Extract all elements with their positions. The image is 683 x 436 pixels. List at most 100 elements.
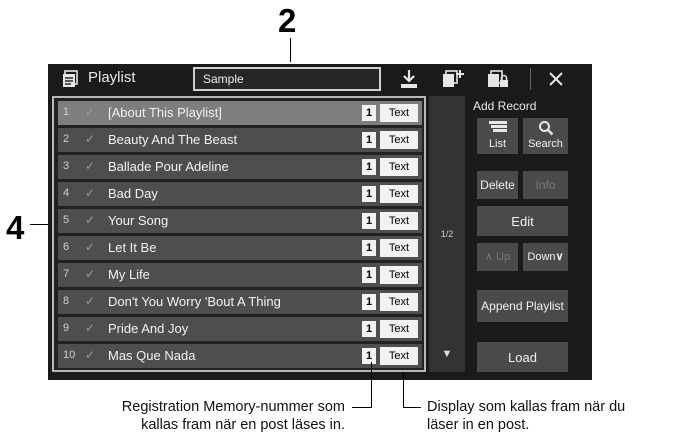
- check-icon: ✓: [85, 213, 96, 227]
- playlist-row[interactable]: 5 ✓ Your Song 1 Text: [58, 209, 422, 233]
- registration-memory-number: 1: [362, 267, 376, 283]
- up-label: ∧ Up: [477, 250, 518, 263]
- page-indicator: 1/2: [440, 229, 454, 239]
- caption-right-line-2: läser in en post.: [427, 417, 530, 433]
- registration-memory-number: 1: [362, 348, 376, 364]
- playlist-row[interactable]: 2 ✓ Beauty And The Beast 1 Text: [58, 128, 422, 152]
- row-title: My Life: [108, 267, 150, 282]
- row-title: Ballade Pour Adeline: [108, 159, 229, 174]
- caption-right-leader-h: [403, 407, 421, 408]
- move-up-button[interactable]: ∧ Up: [477, 243, 518, 271]
- playlist-row[interactable]: 3 ✓ Ballade Pour Adeline 1 Text: [58, 155, 422, 179]
- row-number: 9: [63, 322, 70, 334]
- caption-right-leader-v: [403, 372, 404, 408]
- playlist-row[interactable]: 1 ✓ [About This Playlist] 1 Text: [58, 101, 422, 125]
- row-number: 3: [63, 160, 70, 172]
- info-label: Info: [535, 178, 556, 192]
- display-badge: Text: [380, 320, 418, 338]
- add-record-heading: Add Record: [473, 99, 537, 113]
- caption-left-line-1: Registration Memory-nummer som: [121, 399, 345, 415]
- playlist-row[interactable]: 7 ✓ My Life 1 Text: [58, 263, 422, 287]
- registration-memory-number: 1: [362, 105, 376, 121]
- edit-label: Edit: [511, 214, 534, 229]
- row-title: [About This Playlist]: [108, 105, 222, 120]
- delete-button[interactable]: Delete: [477, 171, 518, 199]
- registration-memory-number: 1: [362, 294, 376, 310]
- list-icon: [477, 120, 518, 138]
- file-lock-icon[interactable]: [486, 68, 510, 90]
- caption-left-leader-h: [352, 407, 372, 408]
- caption-right-line-1: Display som kallas fram när du: [427, 399, 626, 415]
- playlist-name-field[interactable]: Sample: [193, 67, 381, 91]
- playlist-row[interactable]: 8 ✓ Don't You Worry 'Bout A Thing 1 Text: [58, 290, 422, 314]
- playlist-icon: [62, 70, 78, 88]
- chevron-up-icon: ∧: [484, 251, 497, 263]
- check-icon: ✓: [85, 186, 96, 200]
- playlist-row[interactable]: 10 ✓ Mas Que Nada 1 Text: [58, 344, 422, 368]
- display-badge: Text: [380, 266, 418, 284]
- row-title: Let It Be: [108, 240, 157, 255]
- up-text: Up: [496, 251, 511, 263]
- title-bar-separator: [530, 68, 531, 90]
- row-title: Pride And Joy: [108, 321, 189, 336]
- caption-right: Display som kallas fram när du läser in …: [427, 398, 625, 434]
- caption-left-leader-v: [371, 362, 372, 408]
- check-icon: ✓: [85, 321, 96, 335]
- display-badge: Text: [380, 158, 418, 176]
- check-icon: ✓: [85, 348, 96, 362]
- load-button[interactable]: Load: [477, 342, 568, 372]
- display-badge: Text: [380, 185, 418, 203]
- row-number: 7: [63, 268, 70, 280]
- row-title: Bad Day: [108, 186, 158, 201]
- callout-4: 4: [6, 209, 25, 246]
- load-label: Load: [508, 350, 537, 365]
- page-scroll-bar[interactable]: 1/2 ▼: [429, 96, 465, 372]
- move-down-button[interactable]: Down∨: [523, 243, 568, 271]
- add-from-list-button[interactable]: List: [477, 118, 518, 154]
- display-badge: Text: [380, 239, 418, 257]
- triangle-down-icon[interactable]: ▼: [429, 348, 465, 360]
- chevron-down-icon: ∨: [555, 251, 564, 263]
- close-icon[interactable]: [546, 69, 566, 89]
- row-title: Your Song: [108, 213, 169, 228]
- row-number: 6: [63, 241, 70, 253]
- new-playlist-icon[interactable]: [441, 68, 465, 90]
- row-number: 10: [63, 349, 76, 361]
- registration-memory-number: 1: [362, 321, 376, 337]
- playlist-row[interactable]: 4 ✓ Bad Day 1 Text: [58, 182, 422, 206]
- check-icon: ✓: [85, 294, 96, 308]
- search-label: Search: [528, 138, 563, 150]
- playlist-record-list: 1 ✓ [About This Playlist] 1 Text 2 ✓ Bea…: [52, 96, 426, 372]
- append-playlist-button[interactable]: Append Playlist: [477, 290, 568, 322]
- row-title: Don't You Worry 'Bout A Thing: [108, 294, 281, 309]
- check-icon: ✓: [85, 159, 96, 173]
- display-badge: Text: [380, 104, 418, 122]
- display-badge: Text: [380, 293, 418, 311]
- edit-button[interactable]: Edit: [477, 206, 568, 236]
- check-icon: ✓: [85, 132, 96, 146]
- title-bar: Playlist Sample: [48, 64, 592, 94]
- save-download-icon[interactable]: [398, 68, 420, 90]
- list-label: List: [488, 138, 507, 150]
- playlist-row[interactable]: 6 ✓ Let It Be 1 Text: [58, 236, 422, 260]
- registration-memory-number: 1: [362, 132, 376, 148]
- registration-memory-number: 1: [362, 240, 376, 256]
- row-title: Mas Que Nada: [108, 348, 196, 363]
- down-label: Down∨: [523, 250, 568, 263]
- search-icon: [523, 120, 568, 140]
- registration-memory-number: 1: [362, 186, 376, 202]
- info-button[interactable]: Info: [523, 171, 568, 199]
- display-badge: Text: [380, 212, 418, 230]
- callout-2-line: [290, 38, 291, 62]
- page-title: Playlist: [88, 69, 136, 86]
- playlist-row[interactable]: 9 ✓ Pride And Joy 1 Text: [58, 317, 422, 341]
- registration-memory-number: 1: [362, 159, 376, 175]
- row-number: 2: [63, 133, 70, 145]
- search-button[interactable]: Search: [523, 118, 568, 154]
- check-icon: ✓: [85, 240, 96, 254]
- playlist-screen: Playlist Sample 1 ✓ [About This Playlist…: [48, 64, 592, 380]
- append-playlist-label: Append Playlist: [481, 299, 564, 313]
- row-title: Beauty And The Beast: [108, 132, 238, 147]
- row-number: 8: [63, 295, 70, 307]
- row-number: 5: [63, 214, 70, 226]
